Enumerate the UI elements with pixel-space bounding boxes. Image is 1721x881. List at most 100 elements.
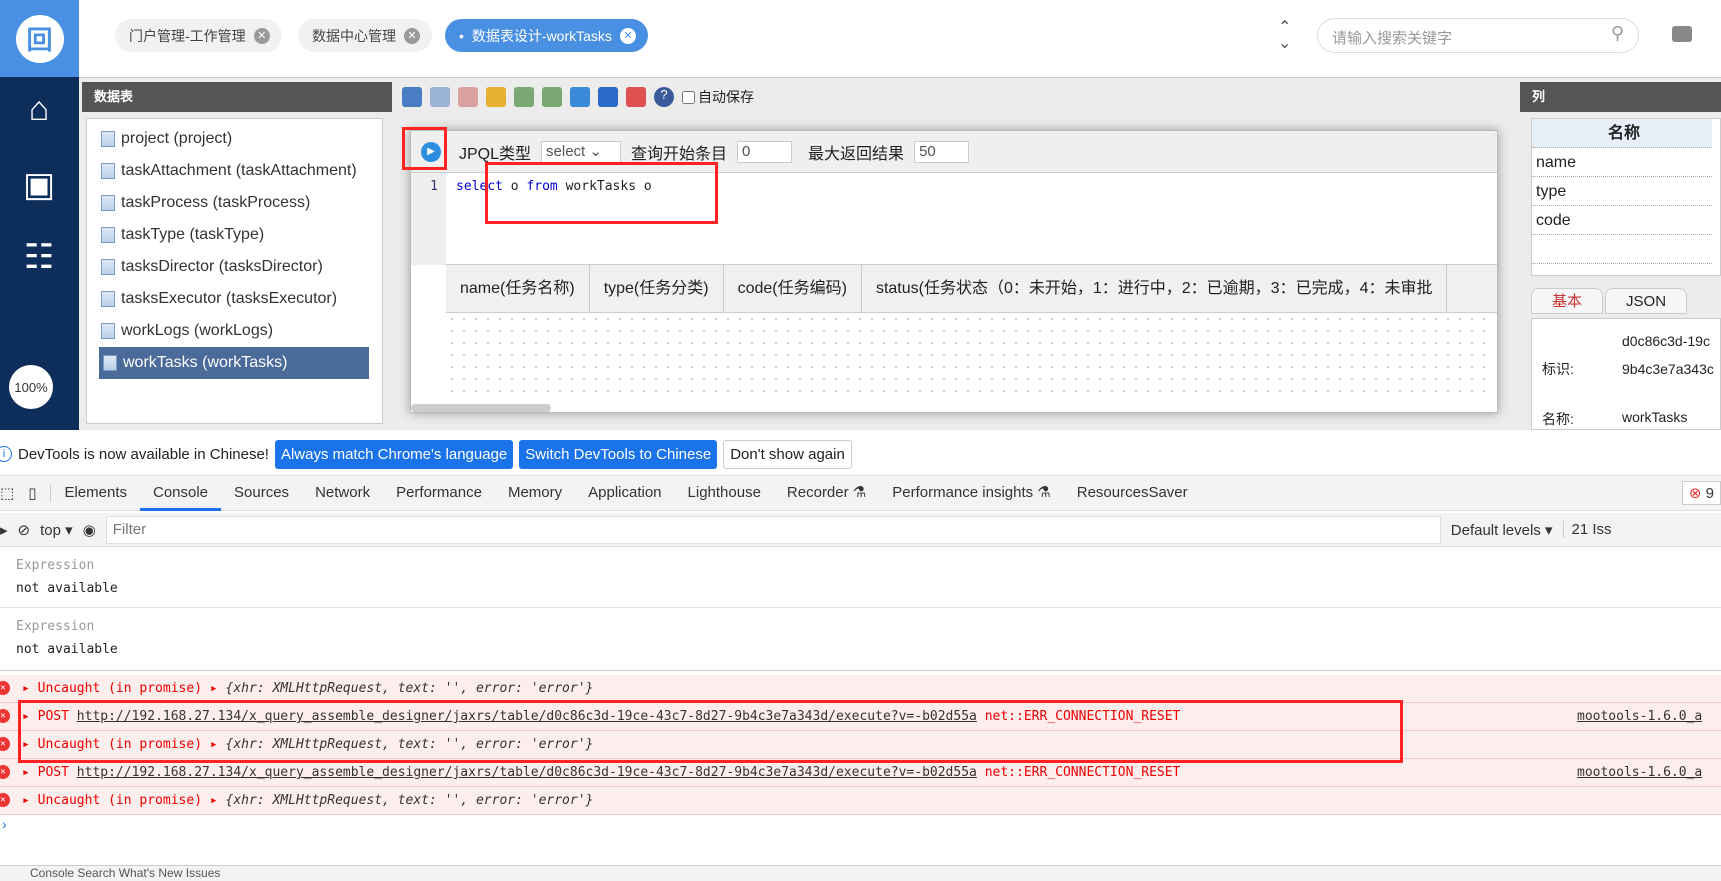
devtools-infobar: i DevTools is now available in Chinese! … — [0, 437, 1721, 471]
column-header: 名称 — [1532, 119, 1712, 148]
source-link[interactable]: mootools-1.6.0_a — [1577, 759, 1702, 787]
devtools-tab[interactable]: Recorder ⚗ — [774, 475, 879, 511]
export-icon[interactable] — [542, 87, 562, 107]
tab-table-design[interactable]: • 数据表设计-workTasks ✕ — [445, 19, 648, 52]
import-icon[interactable] — [514, 87, 534, 107]
max-input[interactable]: 50 — [914, 140, 970, 163]
highlight-box — [18, 700, 1403, 763]
devtools-tab[interactable]: Sources — [221, 475, 302, 511]
table-item[interactable]: project (project) — [87, 123, 372, 155]
devtools-tab[interactable]: ResourcesSaver — [1064, 475, 1201, 511]
column-row[interactable] — [1532, 235, 1712, 264]
close-icon[interactable]: ✕ — [253, 27, 270, 44]
devtools-tab[interactable]: Memory — [495, 475, 575, 511]
close-icon[interactable]: ✕ — [404, 27, 420, 44]
devtools-tab[interactable]: Network — [302, 475, 383, 511]
app-logo[interactable]: 回 — [0, 0, 79, 77]
dont-show-button[interactable]: Don't show again — [723, 439, 852, 469]
table-item-label: workTasks (workTasks) — [123, 354, 288, 371]
sidebar-toggle-icon[interactable]: ▸ — [0, 521, 8, 539]
columns-panel: 列 名称 name type code 基本 JSON 标识: d0c86c3d-19… — [1520, 82, 1721, 430]
result-column-header[interactable]: code(任务编码) — [724, 265, 862, 312]
table-icon — [101, 163, 115, 179]
table-item[interactable]: taskProcess (taskProcess) — [87, 187, 372, 219]
table-item[interactable]: tasksDirector (tasksDirector) — [87, 251, 372, 283]
error-count-badge[interactable]: ⊗ 9 — [1681, 481, 1721, 505]
column-row[interactable]: type — [1532, 177, 1712, 206]
console-error-row[interactable]: ✕ ▸ Uncaught (in promise) ▸ {xhr: XMLHttp… — [0, 675, 1721, 703]
devtools-tab[interactable]: Performance — [383, 475, 495, 511]
properties: 标识: d0c86c3d-19c 9b4c3e7a343c 名称: workTa… — [1531, 318, 1721, 430]
request-url[interactable]: http://192.168.27.134/x_query_assemble_d… — [77, 765, 977, 780]
type-select[interactable]: select ⌄ — [541, 140, 622, 163]
save-icon[interactable] — [402, 87, 422, 107]
console-prompt[interactable]: › — [2, 816, 7, 832]
table-icon — [101, 131, 115, 147]
table-list-panel: 数据表 project (project) taskAttachment (tas… — [82, 82, 392, 430]
delete-icon[interactable] — [458, 87, 478, 107]
devtools-tab[interactable]: Application — [575, 475, 674, 511]
expand-collapse-icon[interactable]: ⌃ ⌄ — [1278, 20, 1291, 52]
close-icon[interactable]: ✕ — [619, 27, 636, 44]
levels-select[interactable]: Default levels ▾ — [1451, 521, 1553, 539]
autosave-checkbox[interactable]: 自动保存 — [682, 87, 754, 107]
result-column-header[interactable]: type(任务分类) — [590, 265, 724, 312]
table-icon — [101, 323, 115, 339]
column-row[interactable]: name — [1532, 148, 1712, 177]
result-column-header[interactable]: name(任务名称) — [446, 265, 590, 312]
match-language-button[interactable]: Always match Chrome's language — [274, 439, 514, 469]
tab-json[interactable]: JSON — [1605, 288, 1688, 314]
tab-basic[interactable]: 基本 — [1531, 288, 1604, 314]
eye-icon[interactable]: ◉ — [83, 521, 96, 539]
document-icon[interactable] — [570, 87, 590, 107]
chat-icon[interactable] — [1672, 26, 1692, 42]
column-row[interactable]: code — [1532, 206, 1712, 235]
save-as-icon[interactable] — [430, 87, 450, 107]
excel-icon[interactable] — [598, 87, 618, 107]
home-icon[interactable]: ⌂ — [14, 89, 64, 129]
tab-label: 数据中心管理 — [312, 27, 396, 44]
zoom-level[interactable]: 100% — [9, 365, 53, 409]
tab-portal[interactable]: 门户管理-工作管理 ✕ — [115, 19, 282, 52]
table-item[interactable]: taskType (taskType) — [87, 219, 372, 251]
tab-data-center[interactable]: 数据中心管理 ✕ — [298, 19, 432, 52]
table-item[interactable]: workTasks (workTasks) — [99, 347, 369, 379]
table-item[interactable]: workLogs (workLogs) — [87, 315, 372, 347]
inspect-icon[interactable]: ⬚ — [0, 484, 24, 502]
switch-chinese-button[interactable]: Switch DevTools to Chinese — [519, 439, 718, 469]
result-column-header[interactable]: status(任务状态（0：未开始，1：进行中，2：已逾期，3：已完成，4：未审… — [862, 265, 1448, 312]
table-item[interactable]: taskAttachment (taskAttachment) — [87, 155, 372, 187]
search-input[interactable]: 请输入搜索关键字 ⚲ — [1317, 18, 1639, 53]
calendar-icon[interactable]: ☷ — [14, 237, 64, 277]
filter-input[interactable]: Filter — [105, 515, 1441, 544]
id-value: 9b4c3e7a343c — [1622, 361, 1714, 377]
clear-console-icon[interactable]: ⊘ — [18, 521, 31, 539]
info-text: DevTools is now available in Chinese! — [18, 445, 269, 463]
drawer-tabs[interactable]: Console Search What's New Issues — [0, 865, 1721, 881]
issues-button[interactable]: 21 Iss — [1562, 521, 1612, 538]
help-icon[interactable]: ? — [654, 87, 674, 107]
source-link[interactable]: mootools-1.6.0_a — [1577, 703, 1702, 731]
context-select[interactable]: top ▾ — [40, 521, 73, 539]
horizontal-scrollbar[interactable] — [411, 404, 551, 412]
error-icon: ✕ — [0, 681, 10, 695]
highlight-box — [485, 162, 718, 224]
table-icon — [101, 259, 115, 275]
device-icon[interactable]: ▯ — [24, 484, 52, 502]
grid-icon[interactable] — [486, 87, 506, 107]
console-error-row[interactable]: ✕ ▸ Uncaught (in promise) ▸ {xhr: XMLHttp… — [0, 787, 1721, 815]
devtools-tab[interactable]: Lighthouse — [675, 475, 774, 511]
table-item-label: workLogs (workLogs) — [121, 322, 274, 339]
clear-icon[interactable] — [626, 87, 646, 107]
error-icon: ✕ — [0, 793, 10, 807]
user-screen-icon[interactable]: ▣ — [14, 165, 64, 205]
start-input[interactable]: 0 — [737, 140, 793, 163]
columns-table: 名称 name type code — [1531, 118, 1721, 276]
search-icon[interactable]: ⚲ — [1611, 23, 1624, 44]
devtools-tab[interactable]: Elements — [51, 475, 140, 511]
devtools-tab[interactable]: Performance insights ⚗ — [879, 475, 1064, 511]
info-icon: i — [0, 446, 12, 462]
devtools-tab[interactable]: Console — [139, 475, 222, 511]
table-item[interactable]: tasksExecutor (tasksExecutor) — [87, 283, 372, 315]
console-error-row[interactable]: ✕ ▸ POST http://192.168.27.134/x_query_as… — [0, 759, 1721, 787]
